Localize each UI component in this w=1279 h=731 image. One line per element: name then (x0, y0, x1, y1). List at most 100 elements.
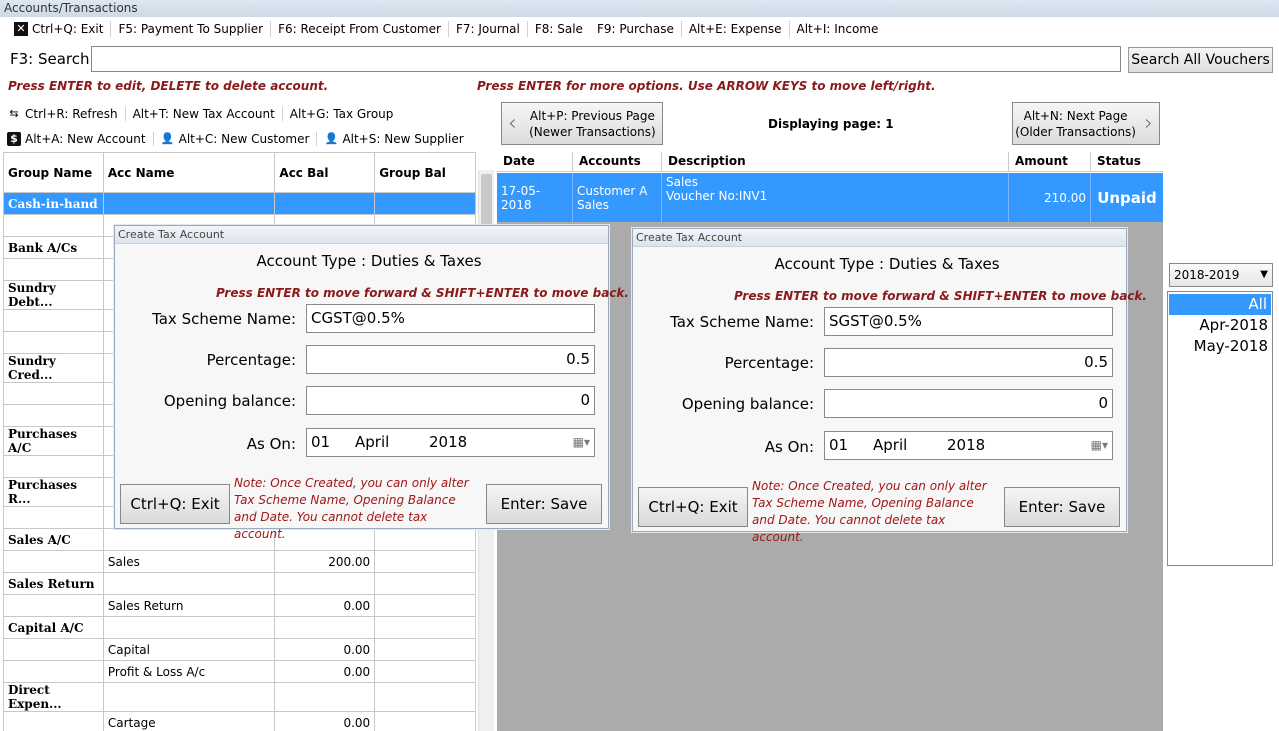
menu-income[interactable]: Alt+I: Income (790, 21, 886, 37)
column-header-acc-name[interactable]: Acc Name (102, 152, 276, 193)
account-name-cell: Sales (102, 550, 276, 573)
account-balance-cell (274, 192, 376, 215)
account-name-cell: Capital (102, 638, 276, 661)
account-group-cell: Purchases A/C (3, 426, 104, 456)
exit-button[interactable]: Ctrl+Q: Exit (120, 484, 230, 524)
column-header-status[interactable]: Status (1091, 152, 1163, 171)
table-row[interactable]: Cartage 0.00 (3, 711, 476, 731)
account-group-cell (3, 660, 104, 683)
account-group-cell: Sundry Debt... (3, 280, 104, 310)
period-item-may-2018[interactable]: May-2018 (1168, 336, 1272, 357)
account-group-cell (3, 455, 104, 478)
previous-page-button[interactable]: ‹ Alt+P: Previous Page (Newer Transactio… (501, 102, 663, 145)
opening-balance-input[interactable]: 0 (824, 389, 1113, 418)
menu-sale[interactable]: F8: Sale (528, 21, 590, 37)
percentage-input[interactable]: 0.5 (306, 345, 595, 374)
calendar-icon[interactable]: ▦▾ (1091, 432, 1108, 459)
create-tax-account-dialog-cgst: Create Tax Account Account Type : Duties… (114, 225, 629, 541)
tax-group-button[interactable]: Alt+G: Tax Group (283, 107, 401, 121)
user-icon: 👤 (160, 132, 175, 145)
save-button[interactable]: Enter: Save (1004, 487, 1120, 527)
column-header-accounts[interactable]: Accounts (573, 152, 662, 171)
menu-expense[interactable]: Alt+E: Expense (682, 21, 790, 37)
account-group-cell (3, 331, 104, 354)
account-group-cell (3, 711, 104, 731)
table-row[interactable]: Cash-in-hand (3, 192, 476, 215)
account-group-cell: Sales Return (3, 572, 104, 595)
as-on-label: As On: (764, 438, 814, 456)
account-balance-cell: 200.00 (274, 550, 376, 573)
period-list[interactable]: All Apr-2018 May-2018 (1167, 291, 1273, 566)
account-name-cell (102, 616, 276, 639)
table-row[interactable]: Sales Return 0.00 (3, 594, 476, 617)
column-header-group[interactable]: Group Name (3, 152, 104, 193)
table-row[interactable]: Direct Expen... (3, 682, 476, 712)
period-item-apr-2018[interactable]: Apr-2018 (1168, 315, 1272, 336)
menu-exit[interactable]: ✕ Ctrl+Q: Exit (0, 21, 112, 37)
transactions-header: Date Accounts Description Amount Status (497, 152, 1163, 172)
opening-balance-label: Opening balance: (163, 392, 296, 410)
as-on-date-picker[interactable]: 01 April 2018 ▦▾ (306, 428, 595, 457)
financial-year-select[interactable]: 2018-2019 ▼ (1169, 263, 1273, 287)
tax-scheme-input[interactable]: SGST@0.5% (824, 307, 1113, 336)
search-all-vouchers-button[interactable]: Search All Vouchers (1128, 47, 1273, 73)
new-account-button[interactable]: $ Alt+A: New Account (0, 132, 154, 146)
column-header-group-bal[interactable]: Group Bal (374, 152, 476, 193)
tax-scheme-label: Tax Scheme Name: (152, 310, 296, 328)
menu-journal[interactable]: F7: Journal (449, 21, 528, 37)
account-group-cell (3, 214, 104, 237)
account-group-cell (3, 506, 104, 529)
column-header-date[interactable]: Date (497, 152, 573, 171)
dialog-hint: Press ENTER to move forward & SHIFT+ENTE… (734, 289, 1147, 303)
group-balance-cell (374, 660, 476, 683)
right-hint: Press ENTER for more options. Use ARROW … (477, 79, 936, 93)
opening-balance-input[interactable]: 0 (306, 386, 595, 415)
calendar-icon[interactable]: ▦▾ (573, 429, 590, 456)
menu-receipt-from-customer[interactable]: F6: Receipt From Customer (271, 21, 449, 37)
dollar-icon: $ (7, 132, 21, 146)
table-row[interactable]: Capital 0.00 (3, 638, 476, 661)
account-group-cell: Sundry Cred... (3, 353, 104, 383)
dialog-hint: Press ENTER to move forward & SHIFT+ENTE… (216, 286, 629, 300)
table-row[interactable]: Capital A/C (3, 616, 476, 639)
save-button[interactable]: Enter: Save (486, 484, 602, 524)
account-balance-cell: 0.00 (274, 594, 376, 617)
menu-payment-to-supplier[interactable]: F5: Payment To Supplier (111, 21, 272, 37)
account-balance-cell (274, 616, 376, 639)
as-on-date-picker[interactable]: 01 April 2018 ▦▾ (824, 431, 1113, 460)
column-header-acc-bal[interactable]: Acc Bal (274, 152, 376, 193)
account-group-cell: Purchases R... (3, 477, 104, 507)
new-tax-account-button[interactable]: Alt+T: New Tax Account (126, 107, 283, 121)
account-group-cell (3, 550, 104, 573)
next-page-button[interactable]: Alt+N: Next Page (Older Transactions) › (1012, 102, 1160, 145)
tax-scheme-input[interactable]: CGST@0.5% (306, 304, 595, 333)
dialog-title: Create Tax Account (633, 229, 1126, 247)
column-header-amount[interactable]: Amount (1009, 152, 1091, 171)
exit-button[interactable]: Ctrl+Q: Exit (638, 487, 748, 527)
left-hint: Press ENTER to edit, DELETE to delete ac… (8, 79, 329, 93)
menu-purchase[interactable]: F9: Purchase (590, 21, 682, 37)
transaction-row[interactable]: 17-05-2018 Customer A Sales Sales Vouche… (497, 173, 1163, 222)
table-row[interactable]: Sales Return (3, 572, 476, 595)
account-name-cell: Profit & Loss A/c (102, 660, 276, 683)
dialog-note: Note: Once Created, you can only alter T… (234, 476, 469, 541)
window-title: Accounts/Transactions (0, 0, 1279, 17)
group-balance-cell (374, 594, 476, 617)
search-label: F3: Search: (10, 50, 95, 68)
new-supplier-button[interactable]: 👤 Alt+S: New Supplier (317, 132, 470, 146)
table-row[interactable]: Profit & Loss A/c 0.00 (3, 660, 476, 683)
refresh-button[interactable]: ⇆ Ctrl+R: Refresh (0, 107, 126, 121)
column-header-description[interactable]: Description (662, 152, 1009, 171)
user-icon: 👤 (324, 132, 339, 145)
tax-scheme-label: Tax Scheme Name: (670, 313, 814, 331)
period-item-all[interactable]: All (1169, 294, 1271, 315)
table-row[interactable]: Sales 200.00 (3, 550, 476, 573)
chevron-right-icon: › (1144, 110, 1153, 136)
search-input[interactable] (91, 46, 1121, 72)
account-balance-cell: 0.00 (274, 638, 376, 661)
new-customer-button[interactable]: 👤 Alt+C: New Customer (154, 132, 318, 146)
percentage-input[interactable]: 0.5 (824, 348, 1113, 377)
group-balance-cell (374, 711, 476, 731)
account-group-cell: Capital A/C (3, 616, 104, 639)
shortcut-menubar: ✕ Ctrl+Q: Exit F5: Payment To Supplier F6… (0, 17, 1279, 41)
